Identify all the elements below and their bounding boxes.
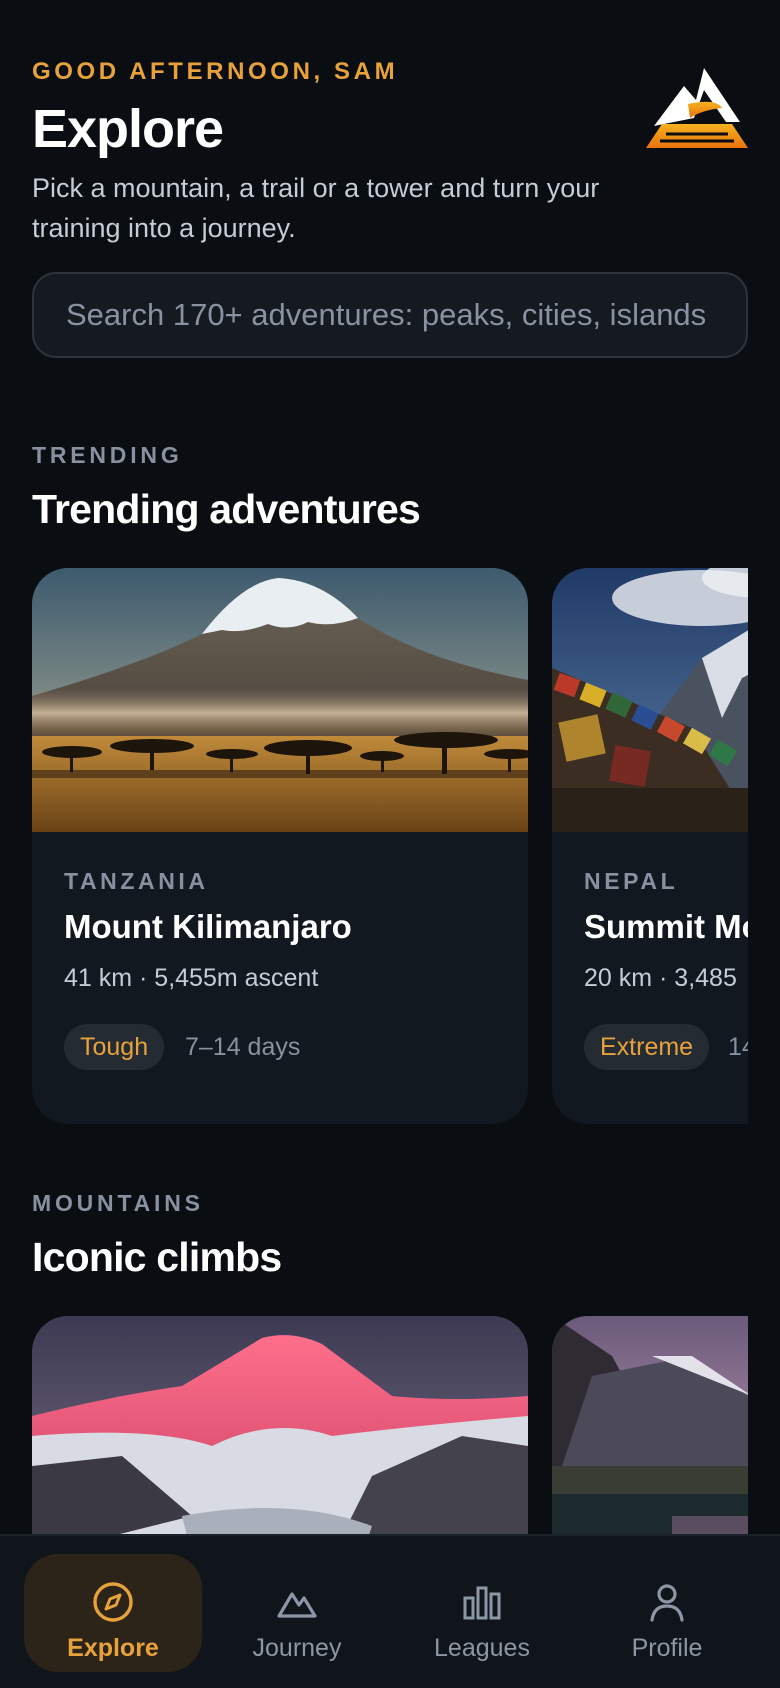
card-country: NEPAL xyxy=(584,868,679,894)
kilimanjaro-photo xyxy=(32,568,528,832)
card-duration: 7–14 days xyxy=(185,1033,301,1061)
difficulty-badge: Extreme xyxy=(584,1024,710,1070)
bar-chart-icon xyxy=(463,1586,501,1620)
tab-journey[interactable]: Journey xyxy=(208,1554,386,1672)
mountain-icon xyxy=(277,1592,317,1618)
card-duration: 14 xyxy=(728,1033,748,1061)
card-stats: 41 km · 5,455m ascent xyxy=(64,964,319,992)
tab-explore[interactable]: Explore xyxy=(24,1554,202,1672)
tab-label: Profile xyxy=(631,1634,703,1662)
section-title-mountains: Iconic climbs xyxy=(32,1234,282,1280)
dusk-lake-photo xyxy=(552,1316,748,1556)
tab-label: Journey xyxy=(252,1634,342,1662)
trending-carousel[interactable]: TANZANIA Mount Kilimanjaro 41 km · 5,455… xyxy=(32,568,748,1124)
card-title: Mount Kilimanjaro xyxy=(64,908,352,945)
page-subtitle: Pick a mountain, a trail or a tower and … xyxy=(32,173,600,243)
section-eyebrow-trending: TRENDING xyxy=(32,442,183,468)
section-title-trending: Trending adventures xyxy=(32,486,421,532)
mountain-logo-icon xyxy=(646,68,748,148)
adventure-card-kilimanjaro[interactable]: TANZANIA Mount Kilimanjaro 41 km · 5,455… xyxy=(32,568,528,1124)
compass-icon xyxy=(93,1582,133,1622)
person-icon xyxy=(650,1584,684,1622)
difficulty-badge: Tough xyxy=(64,1024,165,1070)
card-stats: 20 km · 3,485 xyxy=(584,964,737,992)
climb-card-1[interactable] xyxy=(32,1316,528,1556)
section-eyebrow-mountains: MOUNTAINS xyxy=(32,1190,204,1216)
greeting: GOOD AFTERNOON, SAM xyxy=(32,58,399,85)
card-country: TANZANIA xyxy=(64,868,209,894)
bottom-tab-bar: Explore Journey Leagues Profile xyxy=(0,1534,780,1688)
page-title: Explore xyxy=(32,99,224,159)
explore-screen: GOOD AFTERNOON, SAM Explore Pick a mount… xyxy=(0,0,780,1688)
search-input[interactable] xyxy=(32,272,748,358)
tab-profile[interactable]: Profile xyxy=(578,1554,756,1672)
card-title: Summit Mo xyxy=(584,908,748,945)
tab-leagues[interactable]: Leagues xyxy=(393,1554,571,1672)
climb-card-2[interactable] xyxy=(552,1316,748,1556)
mountains-carousel[interactable] xyxy=(32,1316,748,1556)
tab-label: Explore xyxy=(67,1634,159,1662)
adventure-card-nepal[interactable]: NEPAL Summit Mo 20 km · 3,485 Extreme 14 xyxy=(552,568,748,1124)
tab-label: Leagues xyxy=(434,1634,530,1662)
alpenglow-peak-photo xyxy=(32,1316,528,1556)
nepal-summit-photo xyxy=(552,568,748,832)
